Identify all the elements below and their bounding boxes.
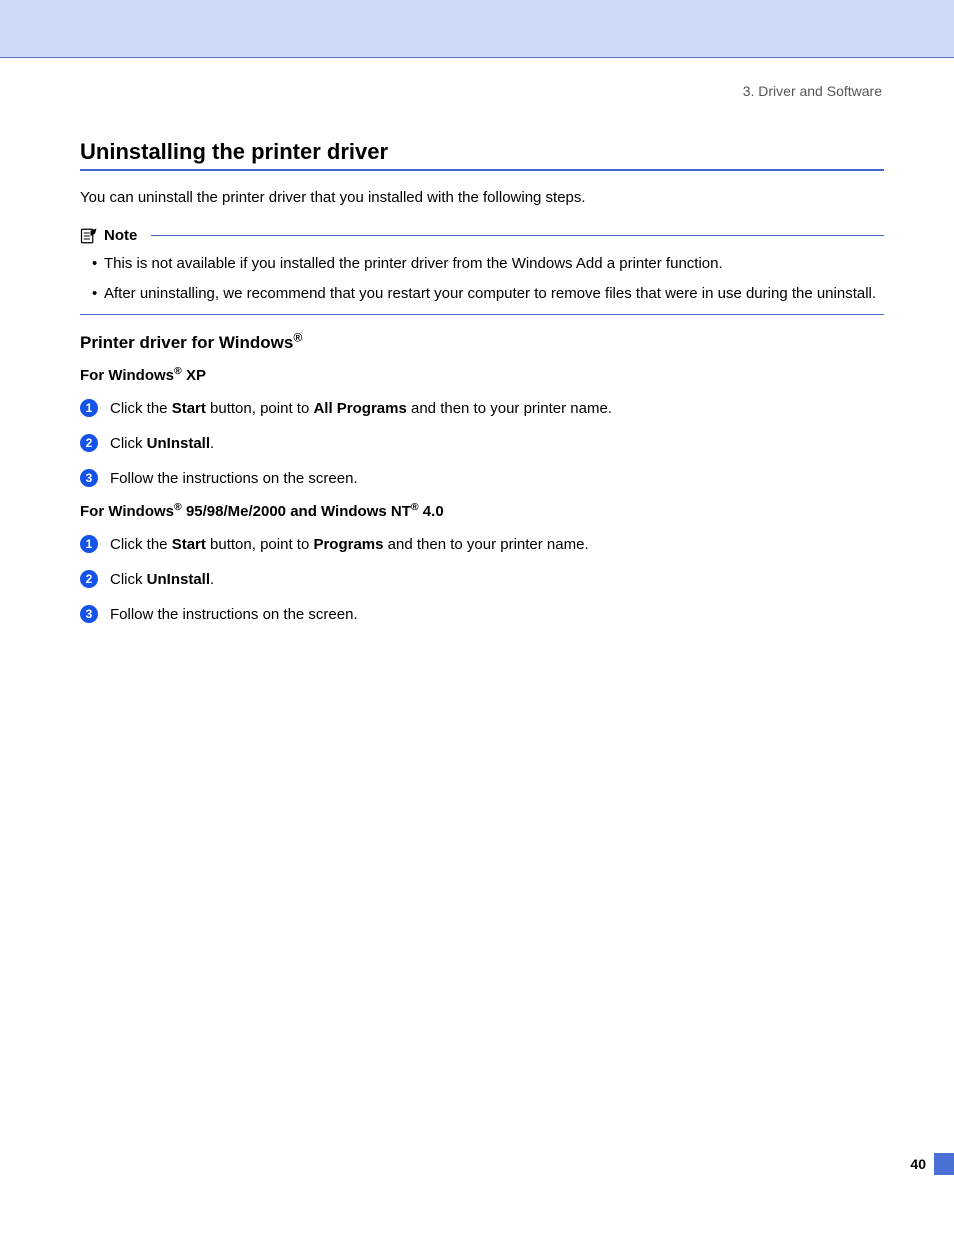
sub-title-text: For Windows — [80, 367, 174, 384]
page-footer: 40 — [910, 1153, 954, 1175]
step-text: Click UnInstall. — [110, 569, 884, 590]
registered-mark: ® — [411, 501, 419, 513]
sub-title-legacy: For Windows® 95/98/Me/2000 and Windows N… — [80, 503, 884, 520]
page-title: Uninstalling the printer driver — [80, 139, 884, 171]
note-icon — [80, 227, 98, 245]
step-text: Click the Start button, point to All Pro… — [110, 398, 884, 419]
step-badge-3: 3 — [80, 605, 98, 623]
intro-text: You can uninstall the printer driver tha… — [80, 187, 884, 209]
step-text: Follow the instructions on the screen. — [110, 468, 884, 489]
step-row: 2 Click UnInstall. — [80, 569, 884, 590]
note-header: Note — [80, 227, 884, 245]
sub-title-text: 4.0 — [419, 503, 444, 520]
note-item: This is not available if you installed t… — [92, 253, 884, 275]
registered-mark: ® — [174, 501, 182, 513]
note-list: This is not available if you installed t… — [80, 253, 884, 305]
step-text: Follow the instructions on the screen. — [110, 604, 884, 625]
note-rule-bottom — [80, 314, 884, 315]
step-badge-1: 1 — [80, 535, 98, 553]
sub-title-text: For Windows — [80, 503, 174, 520]
step-row: 1 Click the Start button, point to Progr… — [80, 534, 884, 555]
registered-mark: ® — [174, 365, 182, 377]
note-block: Note This is not available if you instal… — [80, 227, 884, 316]
note-item: After uninstalling, we recommend that yo… — [92, 283, 884, 305]
step-text: Click UnInstall. — [110, 433, 884, 454]
page-number: 40 — [910, 1156, 926, 1172]
section-title-text: Printer driver for Windows — [80, 333, 293, 352]
step-row: 3 Follow the instructions on the screen. — [80, 468, 884, 489]
page-tab — [934, 1153, 954, 1175]
section-title: Printer driver for Windows® — [80, 333, 884, 353]
sub-title-text: XP — [182, 367, 206, 384]
header-band — [0, 0, 954, 58]
step-text: Click the Start button, point to Program… — [110, 534, 884, 555]
note-rule — [151, 235, 884, 236]
step-badge-2: 2 — [80, 434, 98, 452]
step-badge-2: 2 — [80, 570, 98, 588]
registered-mark: ® — [293, 331, 302, 345]
step-badge-3: 3 — [80, 469, 98, 487]
note-label: Note — [104, 227, 137, 244]
chapter-reference: 3. Driver and Software — [80, 83, 884, 99]
sub-title-xp: For Windows® XP — [80, 367, 884, 384]
step-row: 1 Click the Start button, point to All P… — [80, 398, 884, 419]
step-row: 3 Follow the instructions on the screen. — [80, 604, 884, 625]
step-badge-1: 1 — [80, 399, 98, 417]
sub-title-text: 95/98/Me/2000 and Windows NT — [182, 503, 411, 520]
page-content: 3. Driver and Software Uninstalling the … — [0, 58, 954, 625]
step-row: 2 Click UnInstall. — [80, 433, 884, 454]
